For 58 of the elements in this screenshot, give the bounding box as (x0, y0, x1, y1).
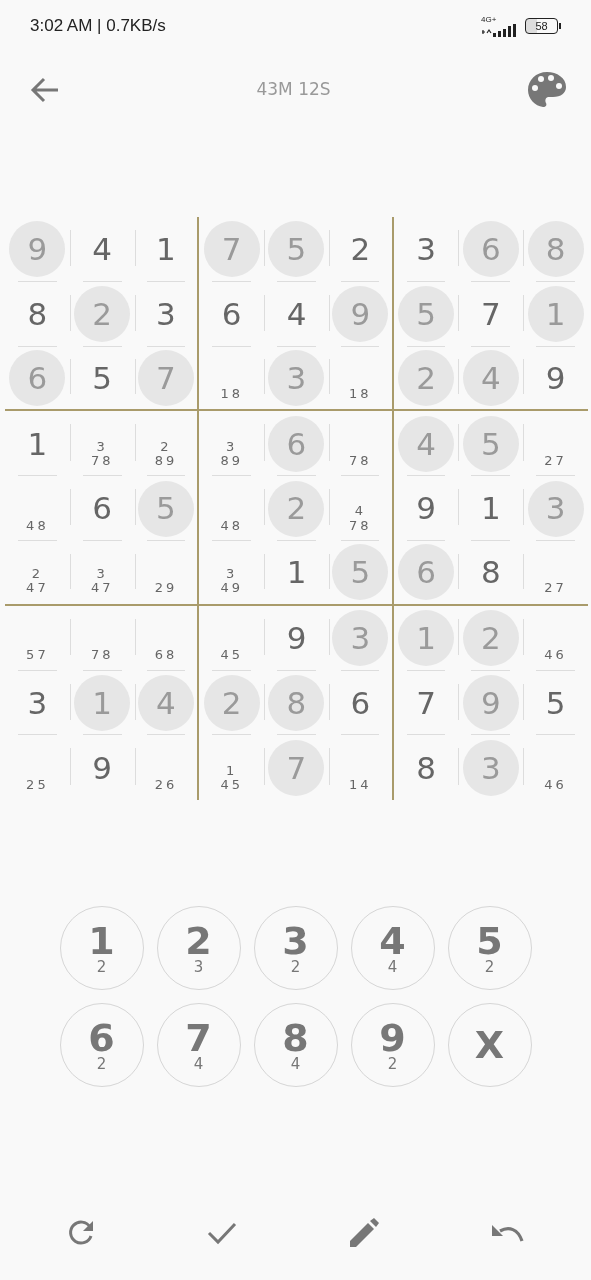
pencil-icon[interactable] (348, 1217, 380, 1250)
pencil-notes[interactable]: 68 (134, 648, 198, 663)
pencil-notes[interactable]: 14 (328, 777, 392, 793)
palette-icon[interactable] (527, 71, 567, 109)
entered-number[interactable]: 6 (221, 290, 242, 338)
pencil-notes[interactable]: 1 45 (199, 763, 265, 793)
entered-number[interactable]: 3 (156, 290, 176, 338)
pencil-notes[interactable]: 45 (199, 648, 265, 663)
pencil-notes[interactable]: 27 (523, 581, 588, 596)
pencil-notes[interactable]: 48 (5, 518, 70, 533)
pencil-notes[interactable]: 29 (134, 581, 198, 596)
pencil-notes[interactable]: 46 (523, 648, 588, 663)
entered-number[interactable]: 4 (286, 290, 307, 338)
pencil-notes[interactable]: 18 (328, 387, 392, 402)
entered-number[interactable]: 9 (545, 354, 566, 402)
entered-number[interactable]: 8 (480, 549, 501, 596)
entered-number[interactable]: 1 (27, 420, 48, 468)
entered-number[interactable]: 3 (416, 226, 436, 273)
entered-number[interactable]: 1 (286, 549, 307, 596)
pencil-notes[interactable]: 57 (5, 648, 70, 663)
pencil-notes[interactable]: 2 47 (5, 567, 70, 596)
pencil-notes[interactable]: 4 78 (328, 504, 392, 533)
pencil-notes[interactable]: 25 (5, 777, 70, 793)
entered-number[interactable]: 7 (416, 679, 436, 727)
entered-number[interactable]: 2 (350, 226, 371, 273)
pencil-notes[interactable]: 3 89 (199, 439, 265, 469)
entered-number[interactable]: 9 (92, 744, 112, 791)
entered-number[interactable]: 3 (27, 679, 48, 727)
entered-number[interactable]: 1 (156, 226, 176, 273)
pencil-notes[interactable]: 27 (523, 453, 588, 469)
pencil-notes[interactable]: 3 47 (69, 567, 135, 596)
pencil-notes[interactable]: 3 49 (199, 567, 265, 596)
pencil-notes[interactable]: 3 78 (69, 439, 135, 469)
entered-number[interactable]: 4 (92, 226, 112, 273)
pencil-notes[interactable]: 46 (523, 777, 588, 793)
back-icon[interactable] (30, 77, 60, 103)
entered-number[interactable]: 5 (545, 679, 566, 727)
signal-icon (481, 23, 517, 37)
entered-number[interactable]: 6 (350, 679, 371, 727)
pencil-notes[interactable]: 78 (328, 453, 392, 469)
check-icon[interactable] (207, 1221, 237, 1246)
entered-number[interactable]: 9 (286, 614, 307, 662)
entered-number[interactable]: 7 (480, 290, 501, 338)
pencil-notes[interactable]: 78 (69, 648, 135, 663)
pencil-notes[interactable]: 2 89 (134, 439, 198, 469)
entered-number[interactable]: 1 (480, 485, 501, 532)
pencil-notes[interactable]: 26 (134, 777, 198, 793)
status-time: 3:02 AM | 0.7KB/s (30, 15, 166, 38)
timer: 43M 12S (256, 78, 331, 102)
pencil-notes[interactable]: 18 (199, 387, 265, 402)
pencil-notes[interactable]: 48 (199, 518, 265, 533)
entered-number[interactable]: 6 (92, 485, 112, 532)
battery-icon: 58 (525, 18, 558, 34)
entered-number[interactable]: 5 (92, 354, 112, 402)
entered-number[interactable]: 8 (27, 290, 48, 338)
entered-number[interactable]: 9 (416, 485, 436, 532)
entered-number[interactable]: 8 (416, 744, 436, 791)
network-type: 4G+ (481, 15, 497, 24)
